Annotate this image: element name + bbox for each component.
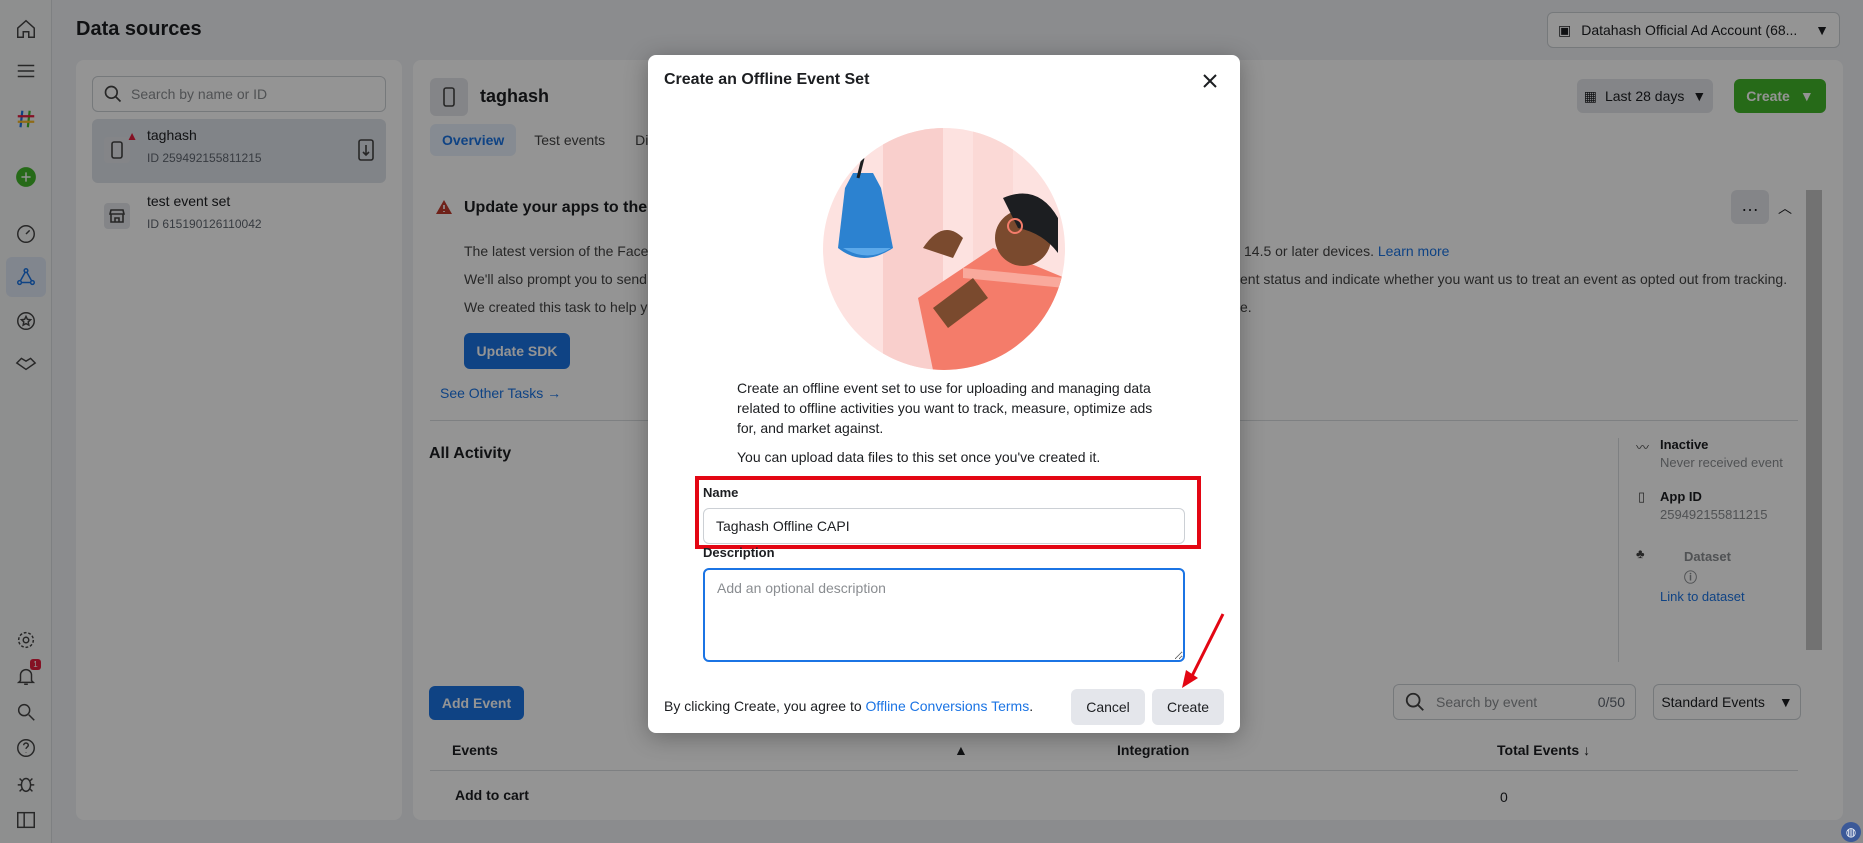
dialog-description: Create an offline event set to use for u… [737, 380, 1153, 436]
globe-icon[interactable]: ◍ [1841, 822, 1861, 842]
terms-text: By clicking Create, you agree to [664, 698, 862, 714]
description-textarea[interactable] [703, 568, 1185, 662]
cancel-button[interactable]: Cancel [1071, 689, 1145, 725]
close-icon[interactable] [1194, 65, 1226, 97]
highlight-box [695, 476, 1201, 549]
dialog-title: Create an Offline Event Set [664, 71, 870, 88]
dialog-terms: By clicking Create, you agree to Offline… [664, 698, 1033, 714]
dialog-description-2: You can upload data files to this set on… [737, 449, 1101, 465]
annotation-arrow-icon [1182, 613, 1225, 688]
create-offline-event-set-dialog: Create an Offline Event Set Create an of… [648, 55, 1240, 733]
description-label: Description [703, 545, 775, 560]
offline-conversions-terms-link[interactable]: Offline Conversions Terms [866, 698, 1030, 714]
create-button[interactable]: Create [1152, 689, 1224, 725]
offline-event-illustration-icon [823, 128, 1065, 370]
terms-period: . [1029, 698, 1034, 714]
